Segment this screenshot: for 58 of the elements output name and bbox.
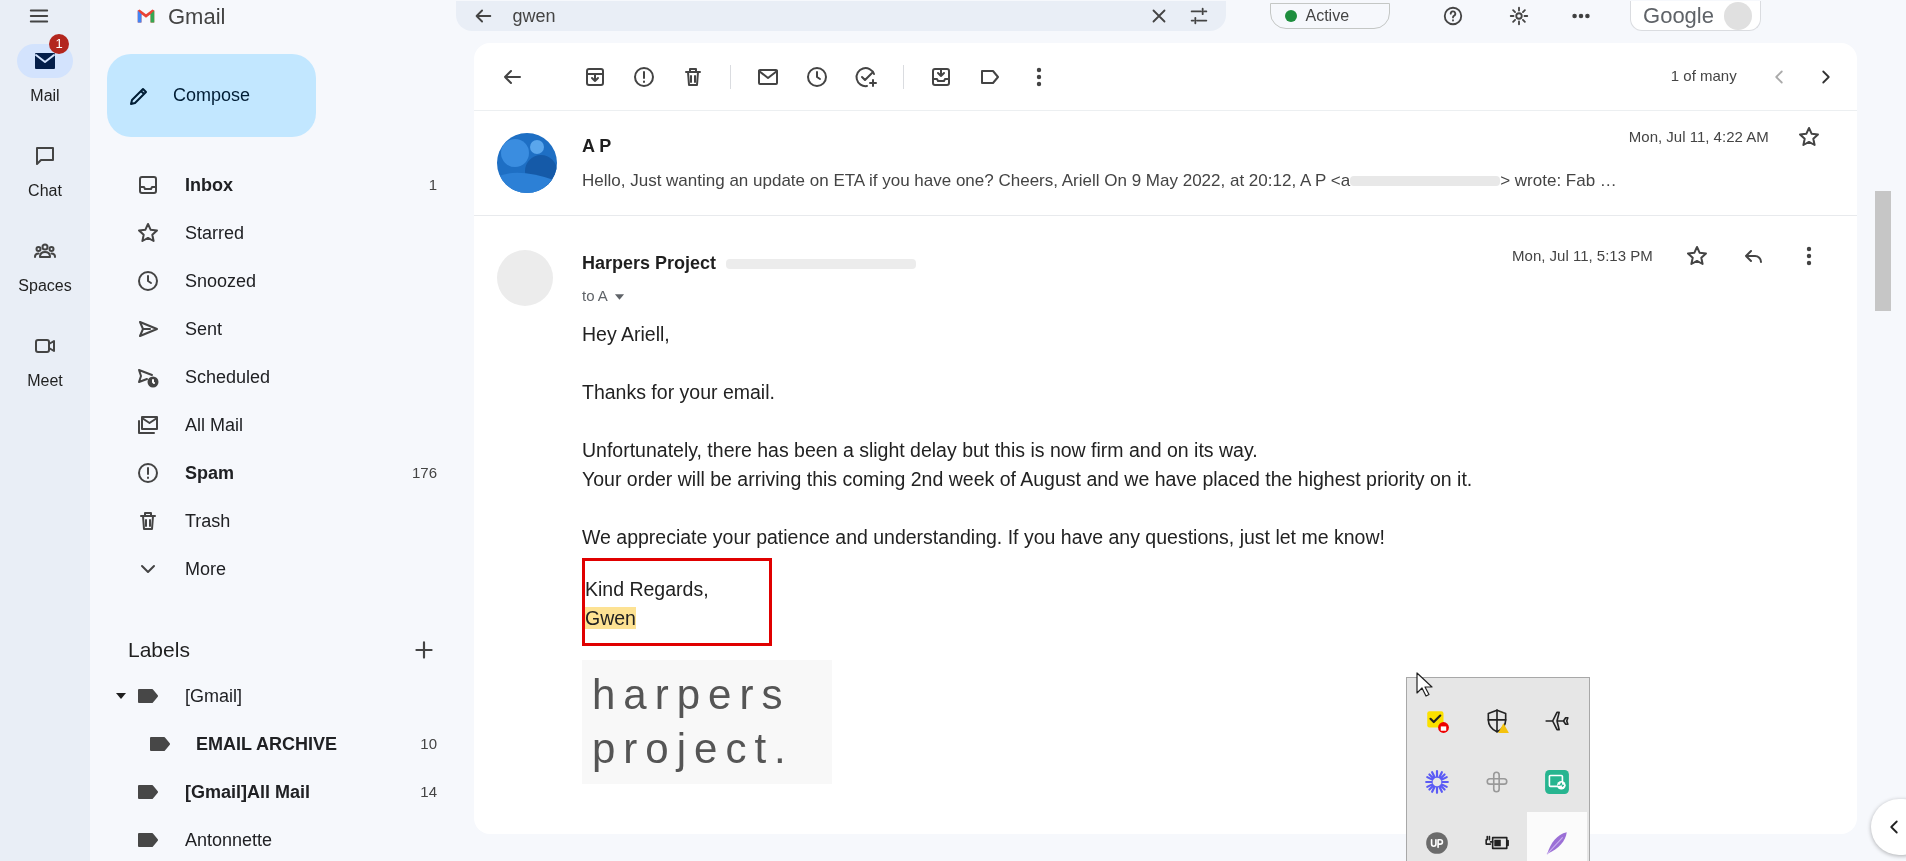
circle-badge-icon (1424, 829, 1450, 856)
alert-icon (136, 461, 160, 485)
clock-icon[interactable] (805, 64, 829, 89)
inbox-icon (136, 173, 160, 197)
message-date: Mon, Jul 11, 5:13 PM (1512, 245, 1653, 266)
status-dot (1285, 10, 1298, 22)
rail-label: Chat (28, 181, 62, 201)
account-button[interactable]: Google (1630, 1, 1761, 31)
folder-item[interactable]: Trash (90, 497, 474, 545)
folder-item[interactable]: Inbox 1 (90, 161, 474, 209)
star-icon (136, 221, 160, 245)
label-item[interactable]: [Gmail] (90, 672, 474, 720)
app-name: Gmail (168, 2, 226, 31)
folder-item[interactable]: All Mail (90, 401, 474, 449)
folder-item[interactable]: Spam 176 (90, 449, 474, 497)
message-paragraph: Thanks for your email. (582, 379, 776, 405)
folder-item[interactable]: More (90, 545, 474, 593)
asterisk-icon (1424, 768, 1450, 795)
message-date: Mon, Jul 11, 4:22 AM (1628, 126, 1769, 147)
scrollbar[interactable] (1874, 191, 1891, 311)
message-paragraph: We appreciate your patience and understanding. If you have any questions, just let me know! (582, 524, 1386, 550)
sender-name: Harpers Project (582, 252, 717, 275)
label-item[interactable]: [Gmail]All Mail 14 (90, 768, 474, 816)
clock-icon (136, 269, 160, 293)
caret-icon (613, 291, 625, 301)
rail-label: Spaces (18, 276, 72, 296)
hash-grid-icon (1484, 768, 1510, 795)
message-paragraph: Unfortunately, there has been a slight delay but this is now firm and on its way. Your order will be arriving this coming 2nd week of August and we have placed the highest priority on it. (582, 437, 1474, 492)
logo-image: harpers project. (582, 659, 832, 784)
chat-icon (33, 144, 57, 168)
star-icon[interactable] (1796, 125, 1821, 149)
star-icon[interactable] (1684, 244, 1709, 268)
unread-badge: 1 (49, 34, 69, 54)
label-item[interactable]: Antonnette (90, 816, 474, 861)
folder-item[interactable]: Scheduled (90, 353, 474, 401)
monitor-pulse-icon (1544, 768, 1570, 795)
add-task-icon[interactable] (854, 64, 878, 89)
folder-item[interactable]: Sent (90, 305, 474, 353)
alert-icon[interactable] (632, 64, 656, 89)
avatar-icon (1724, 1, 1752, 30)
status-button[interactable]: Active (1270, 3, 1391, 29)
section-heading: Labels (128, 637, 190, 664)
message-row[interactable]: A P Hello, Just wanting an update on ETA if you have one? Cheers, Ariell On 9 May 2022, at 20:12, A P <a > wrote: Fab … Mon, Jul 11, 4:22 AM (474, 111, 1857, 216)
pager-text: 1 of many (1670, 66, 1737, 87)
rail-label: Mail (30, 86, 60, 106)
recipient-dropdown[interactable]: to A (582, 285, 625, 308)
search-field[interactable]: gwen (456, 1, 1227, 31)
sender-name: A P (582, 134, 613, 158)
folder-item[interactable]: Starred (90, 209, 474, 257)
label-item[interactable]: EMAIL ARCHIVE 10 (90, 720, 474, 768)
message-snippet: Hello, Just wanting an update on ETA if you have one? Cheers, Ariell On 9 May 2022, at 20:12, A P <a > wrote: Fab … (582, 169, 1617, 192)
compose-button[interactable]: Compose (107, 54, 316, 137)
mail-stack-icon (136, 413, 160, 437)
feather-icon (1544, 829, 1570, 856)
message-paragraph: Hey Ariell, (582, 321, 671, 347)
rail-label: Meet (27, 371, 63, 391)
folder-item[interactable]: Snoozed (90, 257, 474, 305)
signature-line: Kind Regards, (585, 577, 709, 600)
